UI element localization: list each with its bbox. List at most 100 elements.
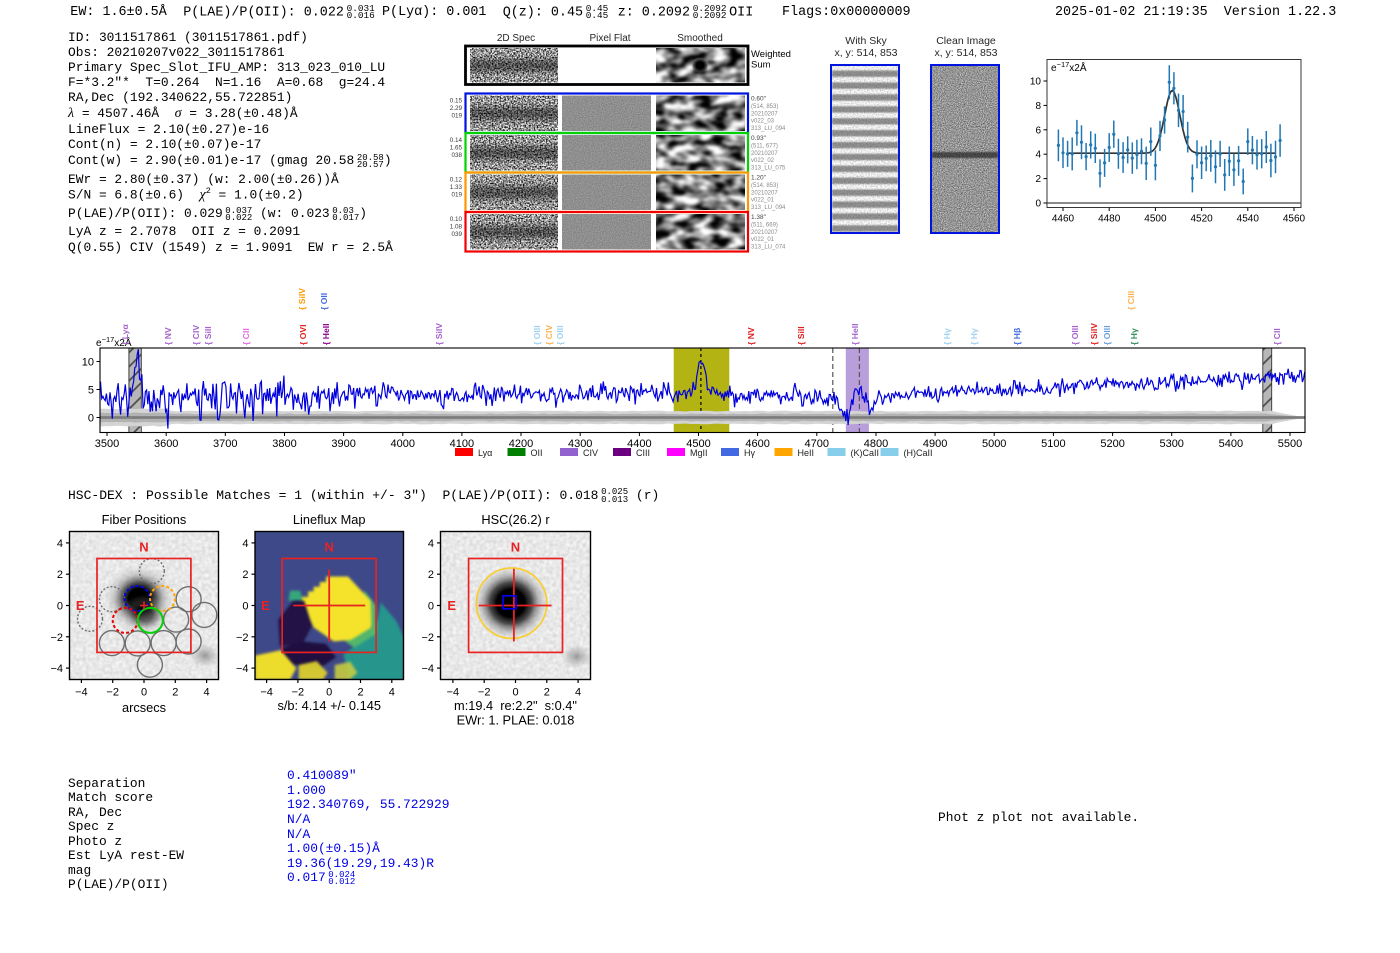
svg-text:Lineflux Map: Lineflux Map (293, 512, 366, 527)
svg-text:4: 4 (1035, 150, 1041, 161)
svg-text:(514, 853): (514, 853) (751, 104, 778, 110)
svg-text:{ OIII: { OIII (532, 325, 542, 345)
svg-text:4540: 4540 (1237, 214, 1260, 225)
svg-text:1.65: 1.65 (450, 145, 463, 152)
svg-text:0.60": 0.60" (751, 96, 767, 103)
svg-text:Sum: Sum (751, 60, 771, 71)
svg-text:−2: −2 (292, 687, 305, 699)
svg-text:−4: −4 (75, 687, 88, 699)
svg-text:Fiber Positions: Fiber Positions (102, 512, 187, 527)
svg-text:m:19.4 re:2.2" s:0.4": m:19.4 re:2.2" s:0.4" (454, 698, 577, 713)
svg-text:{ SiII: { SiII (796, 326, 806, 345)
svg-text:038: 038 (451, 152, 462, 159)
svg-text:CIV: CIV (583, 448, 598, 458)
svg-text:2: 2 (172, 687, 178, 699)
svg-text:10: 10 (1030, 77, 1042, 88)
svg-text:313_LU_074: 313_LU_074 (751, 244, 786, 250)
svg-text:019: 019 (451, 192, 462, 199)
svg-text:20210207: 20210207 (751, 111, 778, 117)
svg-text:0.12: 0.12 (450, 177, 463, 184)
svg-text:−4: −4 (236, 663, 249, 675)
svg-text:{ SiIV: { SiIV (297, 288, 307, 310)
svg-text:5: 5 (88, 385, 94, 397)
svg-text:With Sky: With Sky (845, 35, 887, 47)
svg-text:−2: −2 (236, 632, 249, 644)
svg-text:{ Hγ: { Hγ (969, 328, 979, 345)
svg-text:3500: 3500 (95, 438, 119, 450)
svg-text:(514, 853): (514, 853) (751, 183, 778, 189)
svg-text:−4: −4 (421, 663, 434, 675)
svg-text:4: 4 (389, 687, 395, 699)
svg-text:x, y: 514, 853: x, y: 514, 853 (934, 47, 997, 59)
svg-text:HeII: HeII (798, 448, 815, 458)
svg-text:{ SiIV: { SiIV (1089, 323, 1099, 345)
svg-text:e−17x2Å: e−17x2Å (1051, 60, 1087, 74)
svg-text:HSC(26.2) r: HSC(26.2) r (481, 512, 550, 527)
svg-text:{ Hγ: { Hγ (942, 328, 952, 345)
svg-text:(K)CaII: (K)CaII (851, 448, 880, 458)
svg-text:0: 0 (242, 601, 248, 613)
svg-text:039: 039 (451, 231, 462, 238)
svg-text:{ CII: { CII (241, 328, 251, 345)
svg-text:0.93": 0.93" (751, 135, 767, 142)
svg-text:N: N (139, 540, 148, 555)
svg-text:4: 4 (575, 687, 581, 699)
svg-text:0: 0 (512, 687, 518, 699)
svg-text:Weighted: Weighted (751, 49, 791, 60)
svg-text:Hγ: Hγ (744, 448, 755, 458)
svg-text:4: 4 (57, 538, 63, 550)
svg-text:{ CIV: { CIV (191, 325, 201, 345)
svg-text:4480: 4480 (1098, 214, 1121, 225)
svg-text:2: 2 (357, 687, 363, 699)
svg-text:−4: −4 (50, 663, 63, 675)
svg-text:N: N (325, 540, 334, 555)
svg-text:5300: 5300 (1159, 438, 1183, 450)
svg-text:MgII: MgII (690, 448, 708, 458)
svg-text:2: 2 (57, 569, 63, 581)
svg-text:arcsecs: arcsecs (122, 700, 166, 715)
svg-text:4: 4 (204, 687, 210, 699)
svg-text:{ OIII: { OIII (1070, 325, 1080, 345)
svg-text:3900: 3900 (331, 438, 355, 450)
svg-text:3700: 3700 (213, 438, 237, 450)
svg-text:{ SiIV: { SiIV (434, 323, 444, 345)
svg-text:{ HeII: { HeII (321, 324, 331, 346)
svg-text:OII: OII (531, 448, 543, 458)
svg-text:{ OVI: { OVI (298, 324, 308, 345)
svg-text:{ Hγ: { Hγ (1129, 328, 1139, 345)
svg-text:{ HeII: { HeII (850, 324, 860, 346)
svg-text:0: 0 (1035, 199, 1041, 210)
svg-text:{ OII: { OII (319, 293, 329, 310)
svg-text:Lyα: Lyα (478, 448, 492, 458)
svg-text:−2: −2 (50, 632, 63, 644)
svg-text:0.15: 0.15 (450, 98, 463, 105)
svg-text:5200: 5200 (1100, 438, 1124, 450)
svg-text:2.29: 2.29 (450, 105, 463, 112)
svg-text:3600: 3600 (154, 438, 178, 450)
svg-text:{ CIII: { CIII (1126, 291, 1136, 310)
svg-text:313_LU_094: 313_LU_094 (751, 205, 786, 211)
svg-text:−4: −4 (260, 687, 273, 699)
svg-text:4560: 4560 (1283, 214, 1306, 225)
svg-text:2: 2 (242, 569, 248, 581)
svg-text:−2: −2 (106, 687, 119, 699)
svg-text:019: 019 (451, 113, 462, 120)
svg-text:2D Spec: 2D Spec (497, 33, 535, 44)
svg-text:4000: 4000 (391, 438, 415, 450)
svg-text:E: E (76, 598, 85, 613)
svg-text:0: 0 (57, 601, 63, 613)
svg-text:{ CII: { CII (1272, 328, 1282, 345)
svg-text:1.33: 1.33 (450, 184, 463, 191)
svg-text:4: 4 (242, 538, 248, 550)
svg-text:10: 10 (82, 357, 94, 369)
svg-text:0: 0 (88, 413, 94, 425)
svg-text:Smoothed: Smoothed (677, 33, 723, 44)
svg-text:{ OIII: { OIII (555, 325, 565, 345)
svg-text:Pixel Flat: Pixel Flat (589, 33, 630, 44)
svg-text:5500: 5500 (1278, 438, 1302, 450)
svg-text:(511, 669): (511, 669) (751, 223, 778, 229)
svg-text:1.08: 1.08 (450, 224, 463, 231)
svg-text:−2: −2 (421, 632, 434, 644)
svg-text:20210207: 20210207 (751, 151, 778, 157)
svg-text:0.14: 0.14 (450, 137, 463, 144)
